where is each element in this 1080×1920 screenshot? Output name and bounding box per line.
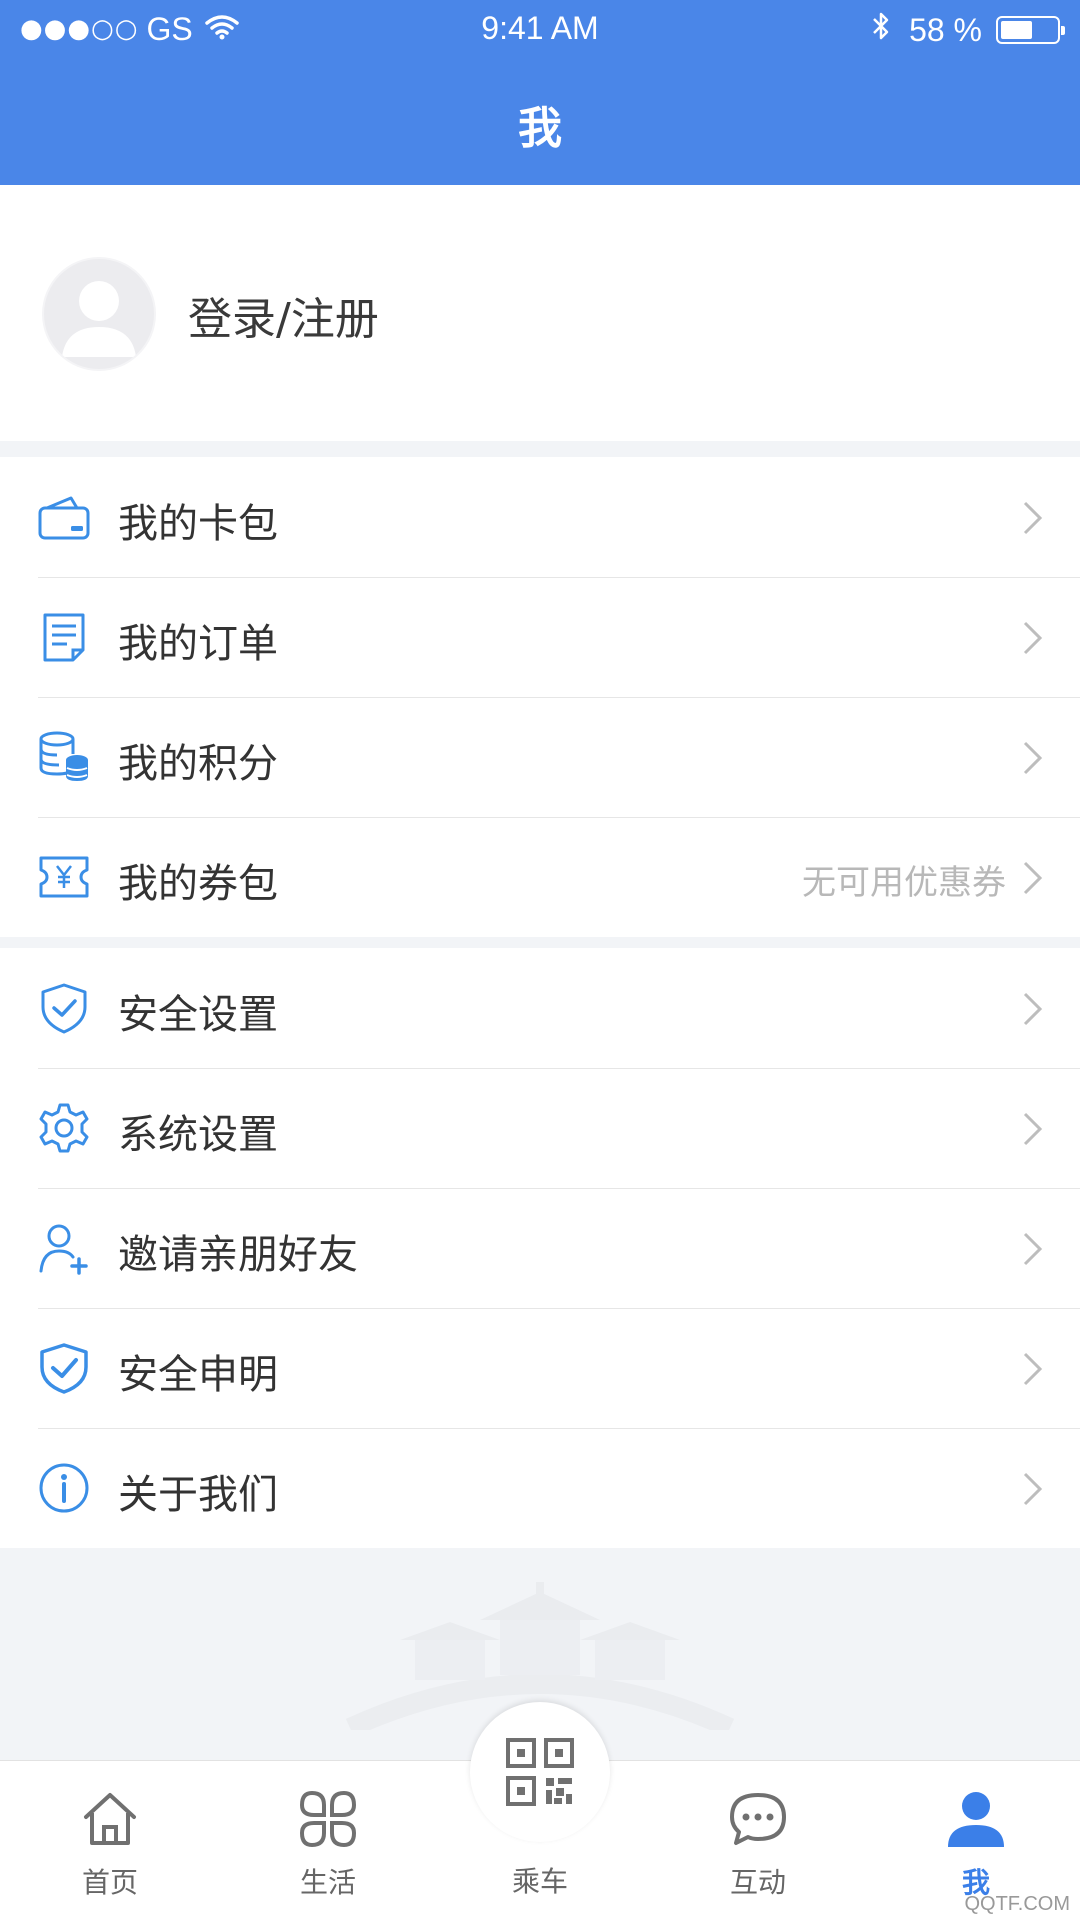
menu-label: 我的卡包 [118,501,278,547]
menu-item-coupons[interactable]: 我的券包 无可用优惠券 [0,817,1080,937]
qr-code-icon [506,1738,574,1806]
chevron-right-icon [1023,992,1043,1026]
page-title: 我 [518,103,562,154]
chevron-right-icon [1023,621,1043,655]
top-header: ●●●○○ GS 9:41 AM 58 % 我 [0,0,1080,185]
add-user-icon [39,1224,88,1275]
battery-percent: 58 % [909,11,982,48]
shield-check-icon [41,983,87,1034]
battery-fill [1001,21,1032,39]
menu-label: 关于我们 [118,1472,278,1518]
chat-icon [730,1793,786,1845]
chevron-right-icon [1023,1112,1043,1146]
menu-label: 我的订单 [118,621,278,667]
menu-item-security-statement[interactable]: 安全申明 [0,1308,1080,1428]
menu-item-security-settings[interactable]: 安全设置 [0,948,1080,1068]
menu-item-points[interactable]: 我的积分 [0,697,1080,817]
battery-icon [996,16,1065,44]
chevron-right-icon [1023,861,1043,895]
bluetooth-icon [871,10,891,50]
chevron-right-icon [1023,501,1043,535]
account-section: 我的卡包 我的订单 我的积分 我的券包 无可用优惠券 [0,457,1080,937]
tab-label: 互动 [729,1866,786,1899]
order-icon [43,613,85,662]
chevron-right-icon [1023,741,1043,775]
info-icon [39,1463,89,1513]
coupon-hint: 无可用优惠券 [802,863,1006,903]
status-right: 58 % [871,10,1065,50]
menu-item-system-settings[interactable]: 系统设置 [0,1068,1080,1188]
menu-item-orders[interactable]: 我的订单 [0,577,1080,697]
default-avatar-icon [62,281,136,357]
menu-label: 邀请亲朋好友 [118,1232,358,1278]
home-icon [84,1793,136,1845]
menu-label: 我的券包 [118,861,278,907]
menu-label: 系统设置 [118,1112,278,1158]
status-bar: ●●●○○ GS 9:41 AM 58 % [0,0,1080,60]
menu-label: 我的积分 [118,741,278,787]
tab-home[interactable]: 首页 [40,1761,180,1920]
profile-card[interactable]: 登录/注册 [0,185,1080,441]
shield-icon [40,1343,88,1394]
login-register-link[interactable]: 登录/注册 [188,283,379,347]
menu-item-about-us[interactable]: 关于我们 [0,1428,1080,1548]
user-icon [948,1792,1004,1847]
points-icon [39,731,88,781]
chevron-right-icon [1023,1472,1043,1506]
gear-icon [39,1103,89,1153]
tab-label: 生活 [299,1866,356,1899]
menu-item-card-wallet[interactable]: 我的卡包 [0,457,1080,577]
tab-life[interactable]: 生活 [258,1761,398,1920]
watermark-text: QQTF.COM [964,1893,1070,1915]
avatar[interactable] [44,259,154,369]
chevron-right-icon [1023,1232,1043,1266]
grid-icon [299,1790,357,1848]
settings-section: 安全设置 系统设置 邀请亲朋好友 安全申明 关于我们 [0,948,1080,1548]
ride-qr-button[interactable] [470,1702,610,1842]
coupon-icon [39,856,89,898]
tab-label-ride: 乘车 [511,1865,568,1898]
tab-interact[interactable]: 互动 [688,1761,828,1920]
chevron-right-icon [1023,1352,1043,1386]
menu-label: 安全申明 [118,1352,278,1398]
wallet-icon [38,496,90,540]
tab-label: 首页 [81,1866,138,1899]
menu-item-invite-friends[interactable]: 邀请亲朋好友 [0,1188,1080,1308]
menu-label: 安全设置 [118,992,278,1038]
